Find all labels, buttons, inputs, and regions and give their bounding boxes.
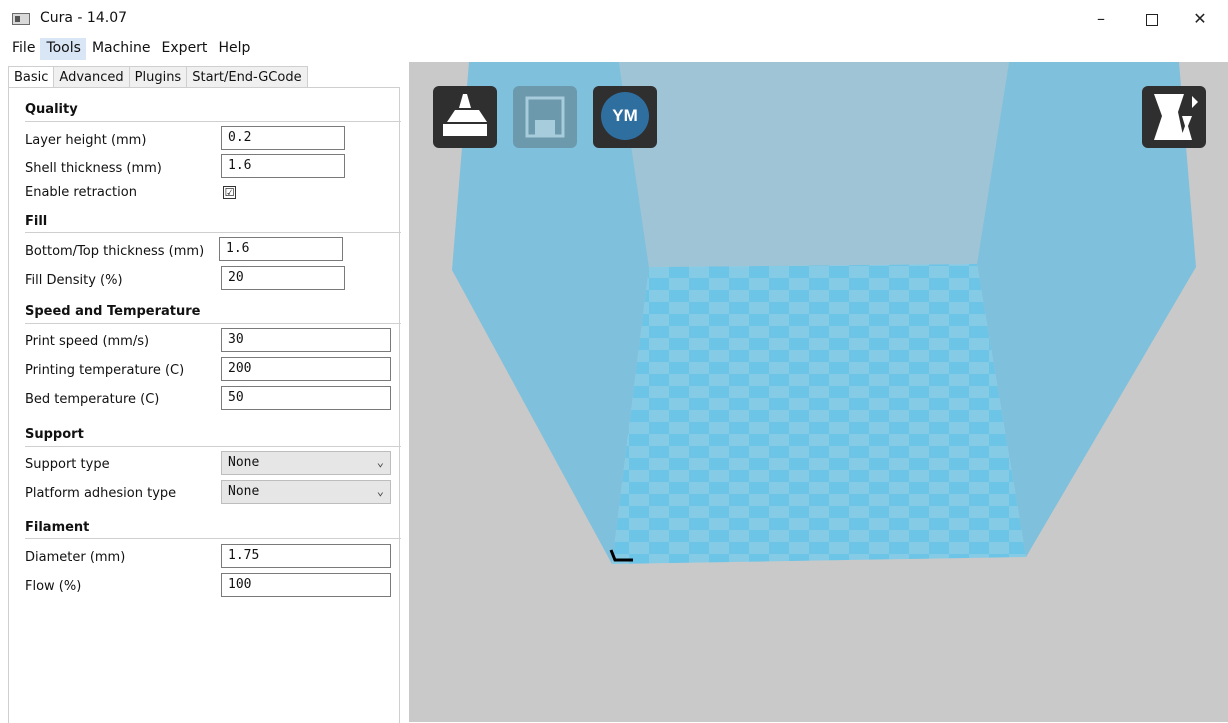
save-gcode-button[interactable] [513, 86, 577, 148]
section-title-filament: Filament [25, 520, 90, 535]
section-title-support: Support [25, 427, 84, 442]
view-mode-button[interactable] [1142, 86, 1206, 148]
support-type-value: None [228, 455, 260, 470]
print-speed-label: Print speed (mm/s) [25, 334, 150, 349]
bottom-top-thickness-input[interactable]: 1.6 [219, 237, 343, 261]
section-divider [25, 323, 401, 324]
platform-adhesion-label: Platform adhesion type [25, 486, 177, 501]
load-icon [443, 94, 487, 136]
menu-expert[interactable]: Expert [156, 38, 213, 60]
minimize-button[interactable]: – [1087, 8, 1115, 30]
platform-adhesion-select[interactable]: None ⌄ [221, 480, 391, 504]
close-button[interactable]: ✕ [1186, 8, 1214, 30]
tab-plugins[interactable]: Plugins [128, 66, 188, 88]
maximize-button[interactable] [1138, 8, 1166, 30]
bed-temperature-input[interactable]: 50 [221, 386, 391, 410]
youmagine-button[interactable]: YM [593, 86, 657, 148]
layer-height-input[interactable]: 0.2 [221, 126, 345, 150]
flow-input[interactable]: 100 [221, 573, 391, 597]
flow-label: Flow (%) [25, 579, 82, 594]
settings-panel: Basic Advanced Plugins Start/End-GCode Q… [0, 62, 408, 723]
print-speed-input[interactable]: 30 [221, 328, 391, 352]
diameter-label: Diameter (mm) [25, 550, 126, 565]
settings-tabs: Basic Advanced Plugins Start/End-GCode [8, 66, 308, 88]
section-title-speed-temperature: Speed and Temperature [25, 304, 201, 319]
maximize-icon [1146, 13, 1158, 26]
shell-thickness-input[interactable]: 1.6 [221, 154, 345, 178]
title-bar: Cura - 14.07 – ✕ [0, 0, 1228, 38]
menu-tools[interactable]: Tools [40, 38, 86, 60]
build-volume-render [452, 62, 1196, 564]
3d-viewport[interactable]: YM [409, 62, 1228, 722]
menu-machine[interactable]: Machine [86, 38, 156, 60]
section-divider [25, 121, 401, 122]
menu-help[interactable]: Help [212, 38, 255, 60]
youmagine-icon: YM [601, 92, 649, 140]
fill-density-label: Fill Density (%) [25, 273, 123, 288]
window-title: Cura - 14.07 [40, 10, 128, 26]
enable-retraction-label: Enable retraction [25, 185, 137, 200]
tab-start-end-gcode[interactable]: Start/End-GCode [186, 66, 308, 88]
menu-file[interactable]: File [0, 38, 40, 60]
tab-basic[interactable]: Basic [8, 66, 55, 88]
view-mode-icon [1154, 94, 1198, 140]
section-divider [25, 446, 401, 447]
build-plate [612, 264, 1026, 564]
enable-retraction-checkbox[interactable]: ☑ [223, 186, 236, 199]
printing-temperature-input[interactable]: 200 [221, 357, 391, 381]
section-divider [25, 232, 401, 233]
support-type-label: Support type [25, 457, 110, 472]
section-title-fill: Fill [25, 214, 48, 229]
bottom-top-thickness-label: Bottom/Top thickness (mm) [25, 244, 205, 259]
layer-height-label: Layer height (mm) [25, 133, 147, 148]
app-icon [12, 13, 30, 25]
bed-temperature-label: Bed temperature (C) [25, 392, 160, 407]
load-model-button[interactable] [433, 86, 497, 148]
diameter-input[interactable]: 1.75 [221, 544, 391, 568]
printing-temperature-label: Printing temperature (C) [25, 363, 185, 378]
section-title-quality: Quality [25, 102, 78, 117]
fill-density-input[interactable]: 20 [221, 266, 345, 290]
chevron-down-icon: ⌄ [376, 484, 384, 498]
menu-bar: File Tools Machine Expert Help [0, 38, 1228, 60]
tab-advanced[interactable]: Advanced [53, 66, 130, 88]
chevron-down-icon: ⌄ [376, 455, 384, 469]
section-divider [25, 538, 401, 539]
shell-thickness-label: Shell thickness (mm) [25, 161, 162, 176]
back-wall [619, 62, 1009, 267]
basic-tab-content: Quality Layer height (mm) 0.2 Shell thic… [8, 87, 401, 723]
support-type-select[interactable]: None ⌄ [221, 451, 391, 475]
save-icon [525, 96, 565, 138]
platform-adhesion-value: None [228, 484, 260, 499]
